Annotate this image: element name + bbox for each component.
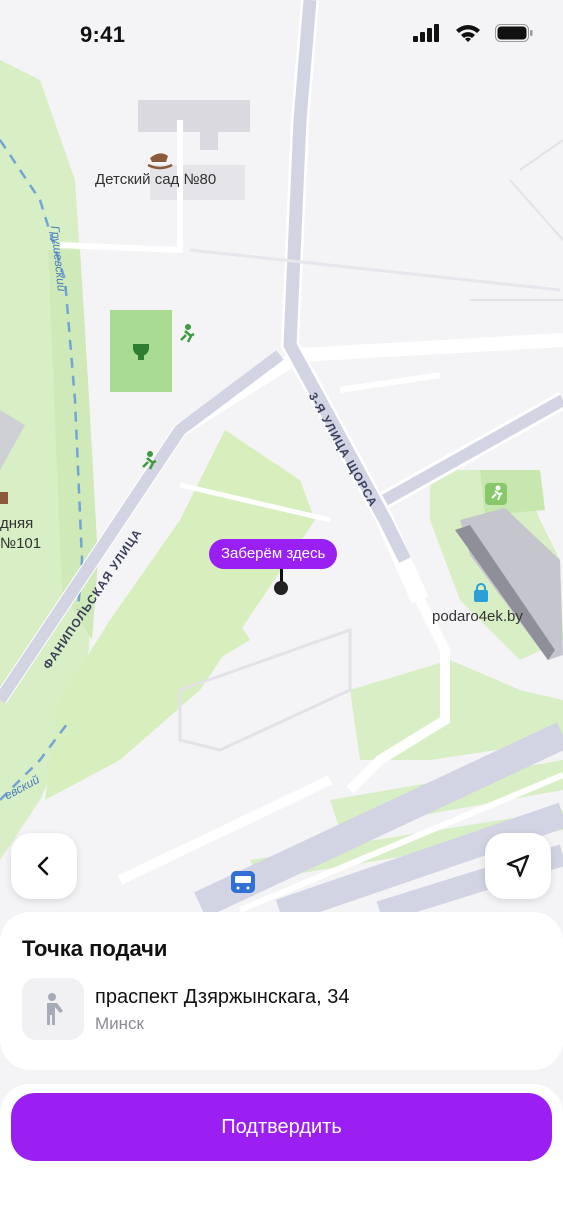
back-button[interactable] [11,833,77,899]
pickup-card: Точка подачи праспект Дзяржынскага, 34 М… [0,912,563,1070]
school-icon [0,492,8,504]
pickup-pin[interactable] [274,581,288,595]
pickup-sheet: Точка подачи праспект Дзяржынскага, 34 М… [0,912,563,1218]
chevron-left-icon [37,856,49,876]
wifi-icon [456,25,480,42]
pickup-title: Точка подачи [22,936,168,961]
battery-icon [495,24,533,42]
navigation-arrow-icon [506,854,530,878]
pickup-address[interactable]: праспект Дзяржынскага, 34 [95,986,350,1009]
school-label-part1: дняя [0,515,34,532]
kindergarten-label: Детский сад №80 [95,171,217,188]
confirm-button[interactable]: Подтвердить [11,1093,552,1161]
pickup-city: Минск [95,1014,144,1033]
bottom-action-bar: Подтвердить [0,1084,563,1218]
running-person-icon [485,483,507,505]
pickup-pin-label[interactable]: Заберём здесь [209,539,338,569]
school-label-part2: №101 [0,535,42,552]
status-bar: 9:41 [0,0,563,70]
bus-stop-icon [231,871,255,893]
address-icon-box [22,978,84,1040]
status-time: 9:41 [80,22,126,47]
status-icons [413,24,533,42]
standing-person-icon [47,993,63,1025]
cellular-signal-icon [413,24,439,42]
shop-label: podaro4ek.by [432,608,523,625]
my-location-button[interactable] [485,833,551,899]
